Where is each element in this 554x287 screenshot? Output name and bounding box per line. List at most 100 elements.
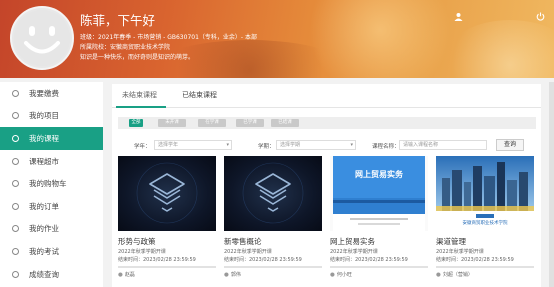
course-thumbnail[interactable]: 安徽商贸职业技术学院: [436, 156, 534, 231]
class-info: 班级：2021年春季 - 市场营销 - GB630701（专科，业余）- 本部: [80, 34, 257, 41]
filter-chip-not-started[interactable]: 未开课: [158, 119, 186, 127]
course-term: 2022年秋季学期开课: [118, 249, 166, 255]
chevron-down-icon: ▾: [350, 142, 353, 148]
course-thumbnail[interactable]: 网上贸易实务: [330, 156, 428, 231]
year-label: 学年：: [134, 144, 151, 150]
sidebar-item-label: 我的考试: [29, 246, 59, 256]
course-teacher: ● 郭伟: [224, 271, 241, 278]
layers-logo-icon: [136, 162, 198, 224]
sidebar-item-course-market[interactable]: 课程超市: [0, 150, 103, 173]
sidebar-item-label: 我的订单: [29, 201, 59, 211]
sidebar-item-grades[interactable]: 成绩查询: [0, 263, 103, 286]
course-panel: 未结束课程 已结束课程 全部 未开课 在学课 已学课 已结课 学年： 选择学年 ▾…: [112, 84, 541, 287]
course-card[interactable]: 网上贸易实务 网上贸易实务 2022年秋季学期开课 结束时间：2023/02/2…: [330, 156, 428, 287]
course-tabs: 未结束课程 已结束课程: [112, 84, 541, 108]
page-scrollbar[interactable]: [549, 82, 554, 287]
person-icon: ●: [224, 272, 229, 278]
smiley-avatar-icon: [14, 10, 70, 66]
sidebar-item-label: 成绩查询: [29, 269, 59, 279]
course-term: 2022年秋季学期开课: [436, 249, 484, 255]
user-icon[interactable]: [454, 12, 463, 21]
status-filter-bar: 全部 未开课 在学课 已学课 已结课: [118, 117, 536, 129]
sidebar-nav: 我要缴费 我的项目 我的课程 课程超市 我的购物车 我的订单 我的作业 我的考试…: [0, 82, 103, 287]
sidebar-item-my-courses[interactable]: 我的课程: [0, 127, 103, 150]
profile-header: 陈菲，下午好 班级：2021年春季 - 市场营销 - GB630701（专科，业…: [0, 0, 554, 78]
school-info: 所属院校：安徽商贸职业技术学院: [80, 44, 171, 51]
sidebar-item-projects[interactable]: 我的项目: [0, 105, 103, 128]
term-select-value: 选择学期: [280, 142, 301, 148]
sidebar-item-payment[interactable]: 我要缴费: [0, 82, 103, 105]
course-progress-bar: [436, 266, 534, 268]
sidebar-item-exams[interactable]: 我的考试: [0, 240, 103, 263]
circle-icon: [12, 134, 19, 142]
search-button[interactable]: 查询: [496, 139, 524, 151]
teacher-name: 郭伟: [230, 272, 241, 278]
course-card[interactable]: 形势与政策 2022年秋季学期开课 结束时间：2023/02/28 23:59:…: [118, 156, 216, 287]
active-tab-indicator: [116, 106, 166, 108]
course-teacher: ● 刘超（营销）: [436, 271, 473, 278]
course-thumbnail[interactable]: [118, 156, 216, 231]
filter-chip-ended[interactable]: 已结课: [271, 119, 299, 127]
course-title[interactable]: 网上贸易实务: [330, 236, 375, 247]
person-icon: ●: [330, 272, 335, 278]
circle-icon: [12, 270, 19, 278]
course-name-input[interactable]: 请输入课程名称: [399, 140, 487, 150]
circle-icon: [12, 157, 19, 165]
thumbnail-title: 网上贸易实务: [355, 170, 403, 179]
course-term: 2022年秋季学期开课: [224, 249, 272, 255]
person-icon: ●: [118, 272, 123, 278]
course-progress-bar: [118, 266, 216, 268]
greeting-text: 陈菲，下午好: [80, 13, 156, 28]
sidebar-item-orders[interactable]: 我的订单: [0, 195, 103, 218]
circle-icon: [12, 180, 19, 188]
term-select[interactable]: 选择学期 ▾: [276, 140, 356, 150]
sidebar-item-cart[interactable]: 我的购物车: [0, 172, 103, 195]
filter-chip-studied[interactable]: 已学课: [236, 119, 264, 127]
course-end-time: 结束时间：2023/02/28 23:59:59: [118, 257, 196, 263]
circle-icon: [12, 202, 19, 210]
course-title[interactable]: 渠道管理: [436, 236, 466, 247]
chevron-down-icon: ▾: [226, 142, 229, 148]
circle-icon: [12, 247, 19, 255]
year-select-value: 选择学年: [158, 142, 179, 148]
year-select[interactable]: 选择学年 ▾: [154, 140, 232, 150]
sidebar-item-label: 我的作业: [29, 224, 59, 234]
book-cover-image: [330, 156, 428, 231]
filter-chip-all[interactable]: 全部: [129, 119, 143, 127]
course-end-time: 结束时间：2023/02/28 23:59:59: [330, 257, 408, 263]
course-name-label: 课程名称：: [372, 144, 400, 150]
teacher-name: 何小旺: [336, 272, 352, 278]
power-icon[interactable]: [536, 12, 545, 21]
course-end-time: 结束时间：2023/02/28 23:59:59: [436, 257, 514, 263]
tab-finished-courses[interactable]: 已结束课程: [182, 90, 217, 100]
course-term: 2022年秋季学期开课: [330, 249, 378, 255]
thumbnail-caption: 安徽商贸职业技术学院: [462, 221, 508, 226]
term-label: 学期：: [258, 144, 275, 150]
circle-icon: [12, 112, 19, 120]
person-icon: ●: [436, 272, 441, 278]
tab-ongoing-courses[interactable]: 未结束课程: [122, 90, 157, 100]
course-progress-bar: [224, 266, 322, 268]
circle-icon: [12, 89, 19, 97]
course-card[interactable]: 安徽商贸职业技术学院 渠道管理 2022年秋季学期开课 结束时间：2023/02…: [436, 156, 534, 287]
sidebar-item-label: 课程超市: [29, 156, 59, 166]
course-card[interactable]: 新零售概论 2022年秋季学期开课 结束时间：2023/02/28 23:59:…: [224, 156, 322, 287]
course-title[interactable]: 形势与政策: [118, 236, 156, 247]
course-teacher: ● 赵磊: [118, 271, 135, 278]
circle-icon: [12, 225, 19, 233]
course-title[interactable]: 新零售概论: [224, 236, 262, 247]
sidebar-item-label: 我的项目: [29, 111, 59, 121]
course-end-time: 结束时间：2023/02/28 23:59:59: [224, 257, 302, 263]
teacher-name: 赵磊: [124, 272, 135, 278]
course-name-placeholder: 请输入课程名称: [403, 142, 439, 148]
sidebar-item-label: 我要缴费: [29, 88, 59, 98]
course-teacher: ● 何小旺: [330, 271, 352, 278]
sidebar-item-label: 我的课程: [29, 133, 59, 143]
filter-chip-in-progress[interactable]: 在学课: [198, 119, 226, 127]
course-thumbnail[interactable]: [224, 156, 322, 231]
sidebar-item-homework[interactable]: 我的作业: [0, 218, 103, 241]
avatar[interactable]: [10, 6, 74, 70]
teacher-name: 刘超（营销）: [442, 272, 473, 278]
sidebar-item-label: 我的购物车: [29, 179, 67, 189]
course-progress-bar: [330, 266, 428, 268]
